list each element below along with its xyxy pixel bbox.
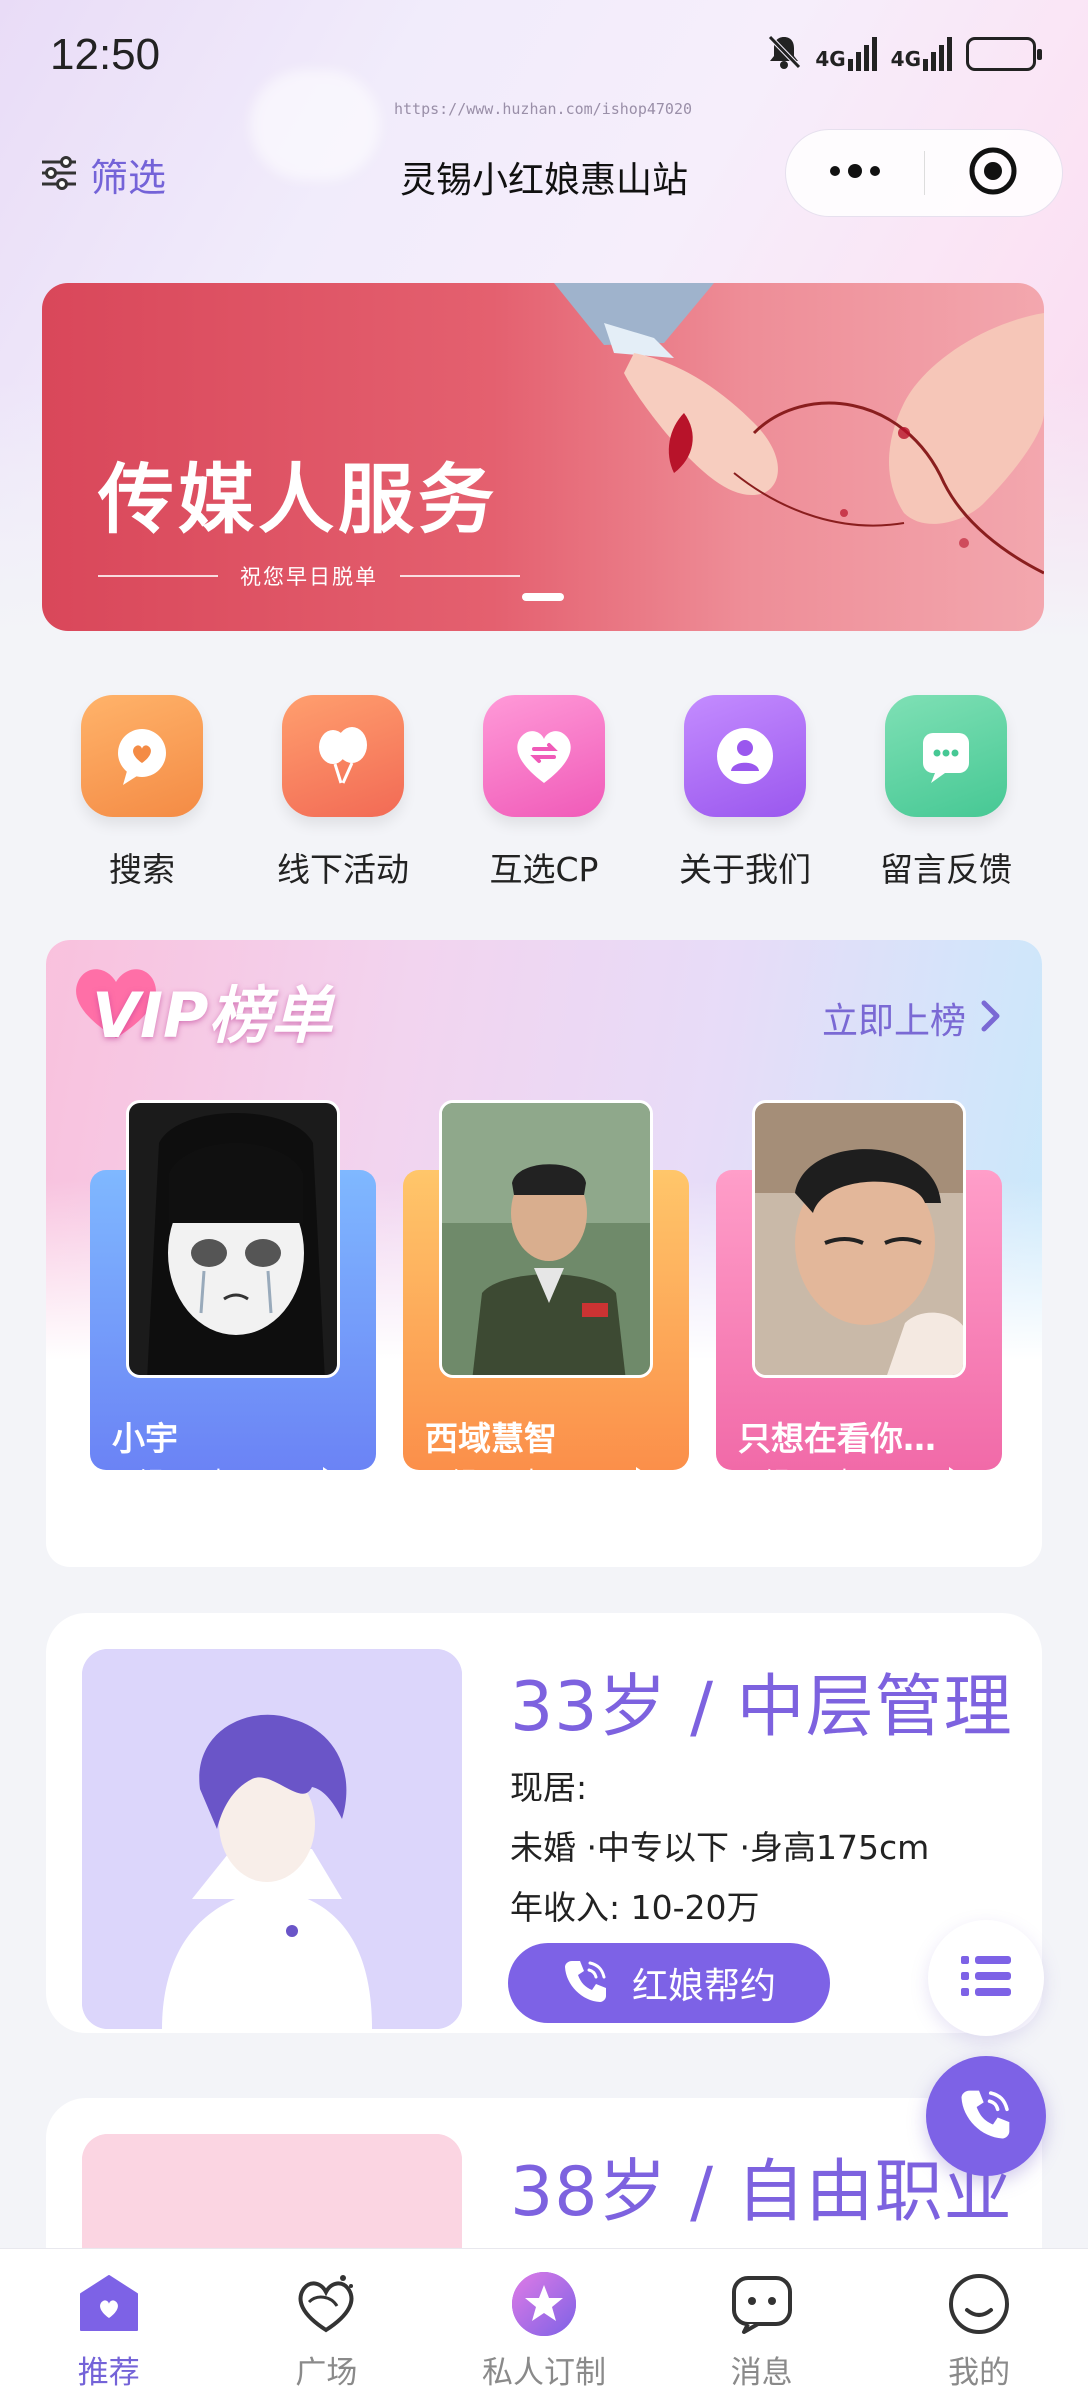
carousel-indicator[interactable] [522, 593, 564, 601]
quick-label: 搜索 [109, 850, 175, 889]
play-icon [949, 1467, 964, 1487]
play-icon [323, 1467, 338, 1487]
tab-label: 我的 [948, 2355, 1011, 2391]
heart-swap-icon [483, 695, 605, 817]
quick-item-mutual-cp[interactable]: 互选CP [444, 695, 644, 895]
vip-person-name: 西域慧智 [425, 1419, 557, 1458]
matchmaker-date-button[interactable]: 红娘帮约 [508, 1943, 830, 2023]
star-badge-icon [509, 2269, 579, 2339]
vip-people-list: 小宇 无锡·24岁 西域慧智 无锡·38岁 只想在看你… 无锡·25岁 [90, 1100, 1002, 1498]
banner-subtitle-row: 祝您早日脱单 [98, 561, 520, 591]
vip-person-card[interactable]: 西域慧智 无锡·38岁 [403, 1100, 689, 1498]
heart-sparkle-icon [291, 2269, 361, 2339]
mute-bell-icon [767, 34, 802, 74]
chevron-right-icon [980, 999, 1002, 1037]
banner-title: 传媒人服务 [98, 455, 498, 544]
quick-item-search[interactable]: 搜索 [42, 695, 242, 895]
matchmaker-date-label: 红娘帮约 [631, 1966, 776, 2007]
close-miniapp-button[interactable] [925, 130, 1063, 216]
vip-person-meta: 无锡·24岁 [112, 1468, 232, 1498]
tab-label: 广场 [295, 2355, 358, 2391]
join-ranking-label: 立即上榜 [821, 1001, 966, 1042]
quick-menu: 搜索 线下活动 互选CP 关于我们 留言反馈 [42, 695, 1046, 895]
tab-label: 消息 [730, 2355, 793, 2391]
vip-ranking-card: VIP榜单 立即上榜 小宇 无锡·24岁 西域慧智 无锡·38岁 只想在看你… … [46, 940, 1042, 1567]
divider-line [400, 575, 520, 577]
phone-icon [562, 1957, 610, 2009]
profile-card[interactable]: 33岁 / 中层管理 现居: 未婚 ·中专以下 ·身高175cm 年收入: 10… [46, 1613, 1042, 2033]
vip-person-name: 只想在看你… [738, 1419, 936, 1458]
quick-label: 留言反馈 [880, 850, 1012, 889]
chat-bubble-icon [727, 2269, 797, 2339]
quick-item-offline-events[interactable]: 线下活动 [243, 695, 443, 895]
more-dots-icon [825, 161, 885, 185]
vip-person-name: 小宇 [112, 1419, 178, 1458]
avatar [126, 1100, 340, 1378]
balloon-icon [282, 695, 404, 817]
vip-person-card[interactable]: 只想在看你… 无锡·25岁 [716, 1100, 1002, 1498]
tab-private-custom[interactable]: 私人订制 [435, 2249, 653, 2400]
status-bar: 12:50 4G 4G [0, 0, 1088, 110]
quick-label: 关于我们 [679, 850, 811, 889]
network-type-label: 4G [815, 47, 846, 71]
status-time: 12:50 [50, 30, 161, 79]
person-icon [684, 695, 806, 817]
tab-plaza[interactable]: 广场 [218, 2249, 436, 2400]
message-icon [885, 695, 1007, 817]
heart-chat-icon [81, 695, 203, 817]
status-icons: 4G 4G [767, 34, 1042, 74]
vip-person-card[interactable]: 小宇 无锡·24岁 [90, 1100, 376, 1498]
avatar [439, 1100, 653, 1378]
divider-line [98, 575, 218, 577]
nav-bar: 筛选 灵锡小红娘惠山站 [0, 125, 1088, 225]
signal-icon: 4G [815, 37, 877, 71]
play-icon [636, 1467, 651, 1487]
profile-residence: 现居: [510, 1768, 588, 1807]
tab-label: 私人订制 [481, 2355, 606, 2391]
home-heart-icon [74, 2269, 144, 2339]
quick-label: 互选CP [489, 850, 599, 889]
holding-hands-illustration [554, 283, 1044, 575]
vip-person-meta: 无锡·25岁 [738, 1468, 858, 1498]
banner-subtitle: 祝您早日脱单 [240, 565, 378, 589]
quick-label: 线下活动 [277, 850, 409, 889]
vip-title: VIP榜单 [92, 979, 333, 1052]
avatar [82, 1649, 462, 2029]
smile-face-icon [944, 2269, 1014, 2339]
tab-messages[interactable]: 消息 [653, 2249, 871, 2400]
network-type-label: 4G [890, 47, 921, 71]
tab-label: 推荐 [77, 2355, 140, 2391]
phone-icon [958, 2086, 1014, 2146]
tab-recommend[interactable]: 推荐 [0, 2249, 218, 2400]
call-fab-button[interactable] [926, 2056, 1046, 2176]
join-ranking-link[interactable]: 立即上榜 [822, 992, 1002, 1044]
more-button[interactable] [786, 130, 924, 216]
promo-banner[interactable]: 传媒人服务 祝您早日脱单 [42, 283, 1044, 631]
quick-item-feedback[interactable]: 留言反馈 [846, 695, 1046, 895]
vip-person-meta: 无锡·38岁 [425, 1468, 545, 1498]
bottom-tab-bar: 推荐 广场 私人订制 消息 我的 [0, 2248, 1088, 2400]
list-fab-button[interactable] [928, 1920, 1044, 2036]
list-icon [961, 1954, 1011, 2002]
profile-income: 年收入: 10-20万 [510, 1888, 760, 1927]
profile-details: 未婚 ·中专以下 ·身高175cm [510, 1828, 930, 1867]
quick-item-about-us[interactable]: 关于我们 [645, 695, 845, 895]
tab-mine[interactable]: 我的 [870, 2249, 1088, 2400]
target-circle-icon [967, 145, 1019, 201]
avatar [752, 1100, 966, 1378]
signal-icon: 4G [891, 37, 952, 71]
battery-icon [966, 37, 1042, 71]
profile-headline: 33岁 / 中层管理 [510, 1668, 1013, 1747]
miniapp-capsule [785, 129, 1063, 217]
